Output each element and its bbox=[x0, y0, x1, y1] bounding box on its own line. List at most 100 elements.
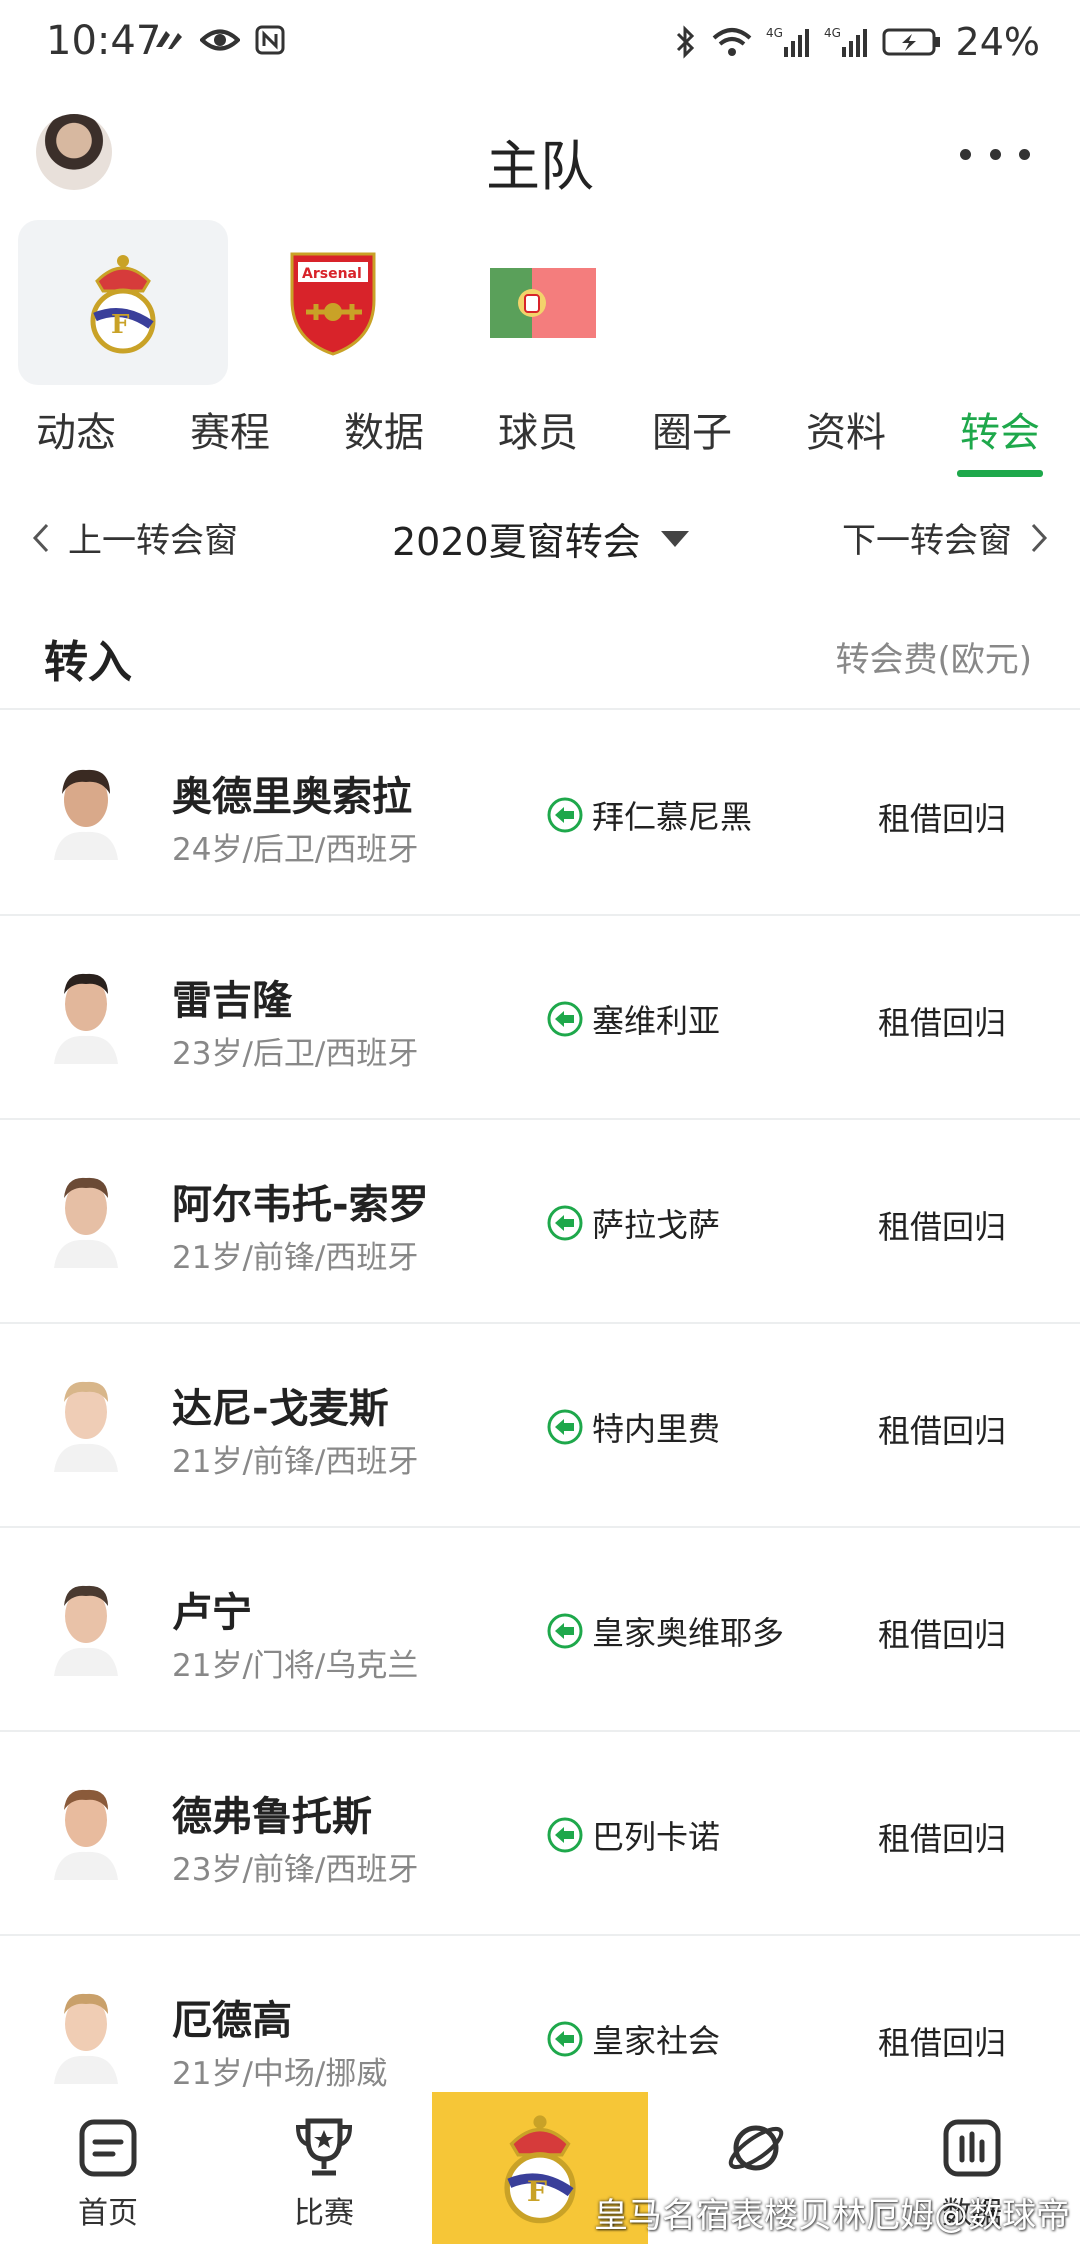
player-photo bbox=[54, 769, 118, 860]
window-selector[interactable]: 2020夏窗转会 bbox=[392, 511, 689, 566]
team-tabs: 动态 赛程 数据 球员 圈子 资料 转会 bbox=[0, 400, 1080, 480]
chevron-right-icon bbox=[1031, 523, 1048, 552]
nav-label: 首页 bbox=[78, 2196, 138, 2231]
transfer-fee: 租借回归 bbox=[878, 1820, 1007, 1858]
from-club-name: 皇家奥维耶多 bbox=[592, 1614, 785, 1652]
vpn-icon bbox=[156, 31, 182, 49]
from-club-name: 塞维利亚 bbox=[592, 1002, 721, 1040]
player-info: 23岁/后卫/西班牙 bbox=[172, 1036, 419, 1072]
tab-transfers[interactable]: 转会 bbox=[960, 400, 1040, 458]
tab-schedule[interactable]: 赛程 bbox=[190, 400, 270, 458]
arrow-in-icon bbox=[547, 797, 583, 833]
status-time: 10:47 bbox=[46, 18, 162, 64]
svg-text:4G: 4G bbox=[766, 26, 783, 40]
caret-down-icon bbox=[660, 530, 689, 547]
status-bar: 10:47 4G 4G 24% bbox=[0, 0, 1080, 90]
page-header: 主队 bbox=[0, 100, 1080, 220]
player-photo bbox=[54, 1993, 118, 2084]
player-name: 雷吉隆 bbox=[172, 978, 292, 1024]
arrow-in-icon bbox=[547, 1409, 583, 1445]
prev-window-label: 上一转会窗 bbox=[68, 521, 238, 561]
from-club: 拜仁慕尼黑 bbox=[546, 792, 752, 838]
transfer-row[interactable]: 阿尔韦托-索罗 21岁/前锋/西班牙 萨拉戈萨 租借回归 bbox=[0, 1120, 1080, 1324]
transfer-fee: 租借回归 bbox=[878, 1004, 1007, 1042]
transfer-window-nav: 上一转会窗 2020夏窗转会 下一转会窗 bbox=[0, 505, 1080, 575]
tab-players[interactable]: 球员 bbox=[498, 400, 578, 458]
portugal-flag bbox=[490, 267, 596, 338]
player-name: 德弗鲁托斯 bbox=[172, 1794, 372, 1840]
eye-icon bbox=[200, 29, 240, 51]
planet-icon bbox=[728, 2125, 784, 2171]
from-club-name: 拜仁慕尼黑 bbox=[592, 798, 753, 836]
player-name: 卢宁 bbox=[172, 1590, 252, 1636]
transfer-row[interactable]: 达尼-戈麦斯 21岁/前锋/西班牙 特内里费 租借回归 bbox=[0, 1324, 1080, 1528]
team-arsenal[interactable]: Arsenal bbox=[228, 220, 438, 385]
transfer-row[interactable]: 雷吉隆 23岁/后卫/西班牙 塞维利亚 租借回归 bbox=[0, 916, 1080, 1120]
player-photo bbox=[54, 1585, 118, 1676]
bluetooth-icon bbox=[676, 25, 694, 59]
stats-icon bbox=[943, 2119, 1001, 2177]
arsenal-crest: Arsenal bbox=[290, 252, 376, 356]
transfer-row[interactable]: 奥德里奥索拉 24岁/后卫/西班牙 拜仁慕尼黑 租借回归 bbox=[0, 712, 1080, 916]
signal-4g-icon: 4G bbox=[766, 26, 809, 57]
real-madrid-crest: F bbox=[504, 2115, 576, 2224]
svg-text:F: F bbox=[527, 2174, 547, 2208]
player-photo bbox=[54, 973, 118, 1064]
more-icon[interactable] bbox=[960, 124, 1030, 184]
nfc-icon bbox=[255, 25, 285, 55]
transfer-fee: 租借回归 bbox=[878, 1412, 1007, 1450]
player-info: 21岁/前锋/西班牙 bbox=[172, 1240, 419, 1276]
player-info: 21岁/中场/挪威 bbox=[172, 2056, 388, 2092]
active-tab-indicator bbox=[957, 470, 1043, 477]
next-window-button[interactable]: 下一转会窗 bbox=[842, 513, 1048, 562]
player-photo bbox=[54, 1381, 118, 1472]
battery-percent: 24% bbox=[955, 20, 1040, 64]
from-club-name: 特内里费 bbox=[592, 1410, 721, 1448]
transfer-row[interactable]: 卢宁 21岁/门将/乌克兰 皇家奥维耶多 租借回归 bbox=[0, 1528, 1080, 1732]
signal-4g-icon: 4G bbox=[824, 26, 867, 57]
team-portugal[interactable] bbox=[438, 220, 648, 385]
team-page: 10:47 4G 4G 24% 主队 F Arsenal 动态 赛程 数据 球员… bbox=[0, 0, 1080, 2244]
player-name: 阿尔韦托-索罗 bbox=[172, 1182, 429, 1228]
tab-news[interactable]: 动态 bbox=[36, 400, 116, 458]
from-club: 皇家社会 bbox=[546, 2016, 720, 2062]
team-real-madrid[interactable]: F bbox=[18, 220, 228, 385]
transfer-list: 奥德里奥索拉 24岁/后卫/西班牙 拜仁慕尼黑 租借回归 雷吉隆 23岁/后卫/… bbox=[0, 712, 1080, 2140]
player-name: 达尼-戈麦斯 bbox=[172, 1386, 389, 1432]
from-club: 萨拉戈萨 bbox=[546, 1200, 720, 1246]
player-photo bbox=[54, 1177, 118, 1268]
from-club: 特内里费 bbox=[546, 1404, 720, 1450]
trophy-icon bbox=[295, 2118, 353, 2176]
tab-circle[interactable]: 圈子 bbox=[652, 400, 732, 458]
fee-column-header: 转会费(欧元) bbox=[835, 640, 1032, 680]
wifi-icon bbox=[712, 28, 751, 56]
player-name: 厄德高 bbox=[172, 1998, 292, 2044]
player-info: 21岁/前锋/西班牙 bbox=[172, 1444, 419, 1480]
nav-label: 比赛 bbox=[294, 2196, 354, 2231]
next-window-label: 下一转会窗 bbox=[842, 521, 1012, 561]
svg-text:Arsenal: Arsenal bbox=[302, 266, 362, 282]
transfer-row[interactable]: 德弗鲁托斯 23岁/前锋/西班牙 巴列卡诺 租借回归 bbox=[0, 1732, 1080, 1936]
arrow-in-icon bbox=[547, 1817, 583, 1853]
nav-home[interactable]: 首页 bbox=[0, 2092, 216, 2244]
svg-text:4G: 4G bbox=[824, 26, 841, 40]
svg-text:F: F bbox=[111, 310, 130, 340]
current-window-label: 2020夏窗转会 bbox=[392, 520, 641, 564]
nav-matches[interactable]: 比赛 bbox=[216, 2092, 432, 2244]
from-club: 皇家奥维耶多 bbox=[546, 1608, 784, 1654]
from-club: 塞维利亚 bbox=[546, 996, 720, 1042]
tab-stats[interactable]: 数据 bbox=[344, 400, 424, 458]
arrow-in-icon bbox=[547, 1613, 583, 1649]
transfer-fee: 租借回归 bbox=[878, 800, 1007, 838]
real-madrid-crest: F bbox=[90, 254, 156, 353]
from-club-name: 皇家社会 bbox=[592, 2022, 721, 2060]
tab-profile[interactable]: 资料 bbox=[806, 400, 886, 458]
transfer-fee: 租借回归 bbox=[878, 2024, 1007, 2062]
prev-window-button[interactable]: 上一转会窗 bbox=[32, 513, 238, 562]
battery-icon bbox=[882, 28, 940, 56]
arrow-in-icon bbox=[547, 1001, 583, 1037]
player-info: 21岁/门将/乌克兰 bbox=[172, 1648, 419, 1684]
arrow-in-icon bbox=[547, 2021, 583, 2057]
player-info: 23岁/前锋/西班牙 bbox=[172, 1852, 419, 1888]
transfers-in-header: 转入 转会费(欧元) bbox=[0, 620, 1080, 710]
